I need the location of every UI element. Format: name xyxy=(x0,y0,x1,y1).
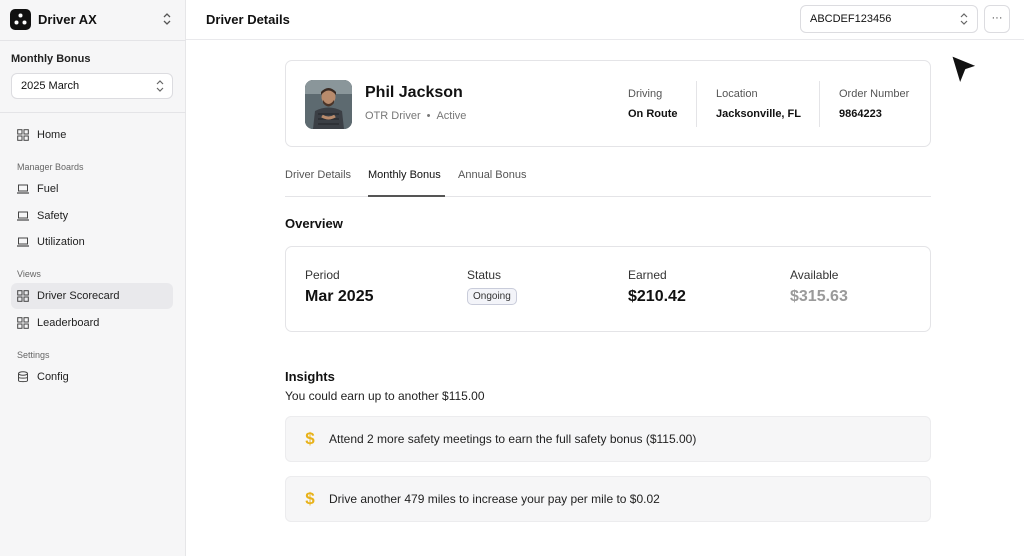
grid-icon xyxy=(17,317,29,329)
divider xyxy=(0,40,186,41)
overview-period: Period Mar 2025 xyxy=(305,268,374,306)
sidebar-item-label: Utilization xyxy=(37,236,85,248)
driver-role: OTR Driver xyxy=(365,110,421,122)
period-value: Mar 2025 xyxy=(305,288,374,305)
sidebar-item-utilization[interactable]: Utilization xyxy=(11,229,173,255)
driver-status: Active xyxy=(436,110,467,122)
sidebar-item-label: Safety xyxy=(37,210,69,222)
sidebar-item-label: Leaderboard xyxy=(37,317,100,329)
grid-icon xyxy=(17,129,29,141)
available-value: $315.63 xyxy=(790,288,848,305)
status-badge: Ongoing xyxy=(467,288,517,305)
driver-id-value: ABCDEF123456 xyxy=(810,13,892,25)
sidebar-item-label: Config xyxy=(37,371,69,383)
sidebar-item-label: Driver Scorecard xyxy=(37,290,120,302)
driver-name: Phil Jackson xyxy=(365,84,463,101)
database-icon xyxy=(18,371,28,383)
laptop-icon xyxy=(17,184,29,194)
chevron-updown-icon xyxy=(163,13,171,25)
chevron-updown-icon xyxy=(960,13,968,25)
period-select-value: 2025 March xyxy=(21,80,80,92)
sidebar-item-fuel[interactable]: Fuel xyxy=(11,176,173,202)
stat-label: Driving xyxy=(628,88,663,100)
stat-label: Order Number xyxy=(839,88,910,100)
avatar xyxy=(305,80,352,129)
overview-title: Overview xyxy=(285,216,343,231)
mouse-cursor-icon xyxy=(950,54,979,86)
page-title: Driver Details xyxy=(206,12,290,27)
laptop-icon xyxy=(17,211,29,221)
insight-item: $ Attend 2 more safety meetings to earn … xyxy=(285,416,931,462)
chevron-updown-icon xyxy=(156,80,164,92)
top-bar: Driver Details ABCDEF123456 ··· xyxy=(186,0,1024,40)
driver-profile-card: Phil Jackson OTR Driver • Active Driving O… xyxy=(285,60,931,147)
stat-location: Location Jacksonville, FL xyxy=(716,88,801,120)
stat-order-number: Order Number 9864223 xyxy=(839,88,909,120)
driver-meta: OTR Driver • Active xyxy=(365,110,466,122)
overview-earned: Earned $210.42 xyxy=(628,268,686,306)
sidebar-item-leaderboard[interactable]: Leaderboard xyxy=(11,310,173,336)
stat-value: Jacksonville, FL xyxy=(716,108,801,120)
dollar-icon: $ xyxy=(305,429,315,448)
section-label-settings: Settings xyxy=(17,350,50,360)
tab-annual-bonus[interactable]: Annual Bonus xyxy=(458,169,527,197)
dollar-icon: $ xyxy=(305,489,315,508)
tab-bar: Driver Details Monthly Bonus Annual Bonu… xyxy=(285,163,931,197)
sidebar-item-driver-scorecard[interactable]: Driver Scorecard xyxy=(11,283,173,309)
divider xyxy=(819,81,820,127)
divider xyxy=(0,112,186,113)
status-label: Status xyxy=(467,268,502,282)
more-options-button[interactable]: ··· xyxy=(984,5,1010,33)
insight-text: Drive another 479 miles to increase your… xyxy=(329,492,660,506)
divider xyxy=(696,81,697,127)
section-label-views: Views xyxy=(17,269,41,279)
app-name: Driver AX xyxy=(38,11,97,27)
insight-text: Attend 2 more safety meetings to earn th… xyxy=(329,432,697,446)
grid-icon xyxy=(17,290,29,302)
stat-label: Location xyxy=(716,88,758,100)
stat-driving: Driving On Route xyxy=(628,88,678,120)
monthly-bonus-label: Monthly Bonus xyxy=(11,53,91,65)
tab-monthly-bonus[interactable]: Monthly Bonus xyxy=(368,169,445,197)
laptop-icon xyxy=(17,237,29,247)
app-switcher[interactable]: Driver AX xyxy=(10,8,176,30)
insight-item: $ Drive another 479 miles to increase yo… xyxy=(285,476,931,522)
driver-id-select[interactable]: ABCDEF123456 xyxy=(800,5,978,33)
overview-status: Status Ongoing xyxy=(467,268,517,305)
sidebar-item-home[interactable]: Home xyxy=(11,122,173,148)
app-logo-icon xyxy=(10,8,31,30)
separator-dot: • xyxy=(426,110,431,122)
overview-card: Period Mar 2025 Status Ongoing Earned $2… xyxy=(285,246,931,332)
earned-label: Earned xyxy=(628,268,667,282)
period-label: Period xyxy=(305,268,340,282)
sidebar-item-label: Home xyxy=(37,129,67,141)
sidebar-item-label: Fuel xyxy=(37,183,59,195)
stat-value: 9864223 xyxy=(839,108,882,120)
insights-subtitle: You could earn up to another $115.00 xyxy=(285,389,485,403)
stat-value: On Route xyxy=(628,108,678,120)
available-label: Available xyxy=(790,268,839,282)
section-label-manager-boards: Manager Boards xyxy=(17,162,84,172)
sidebar-item-config[interactable]: Config xyxy=(11,364,173,390)
sidebar: Driver AX Monthly Bonus 2025 March Home … xyxy=(0,0,186,556)
earned-value: $210.42 xyxy=(628,288,686,305)
sidebar-item-safety[interactable]: Safety xyxy=(11,203,173,229)
insights-title: Insights xyxy=(285,369,335,384)
tab-driver-details[interactable]: Driver Details xyxy=(285,169,351,197)
overview-available: Available $315.63 xyxy=(790,268,848,306)
period-select[interactable]: 2025 March xyxy=(11,73,173,99)
